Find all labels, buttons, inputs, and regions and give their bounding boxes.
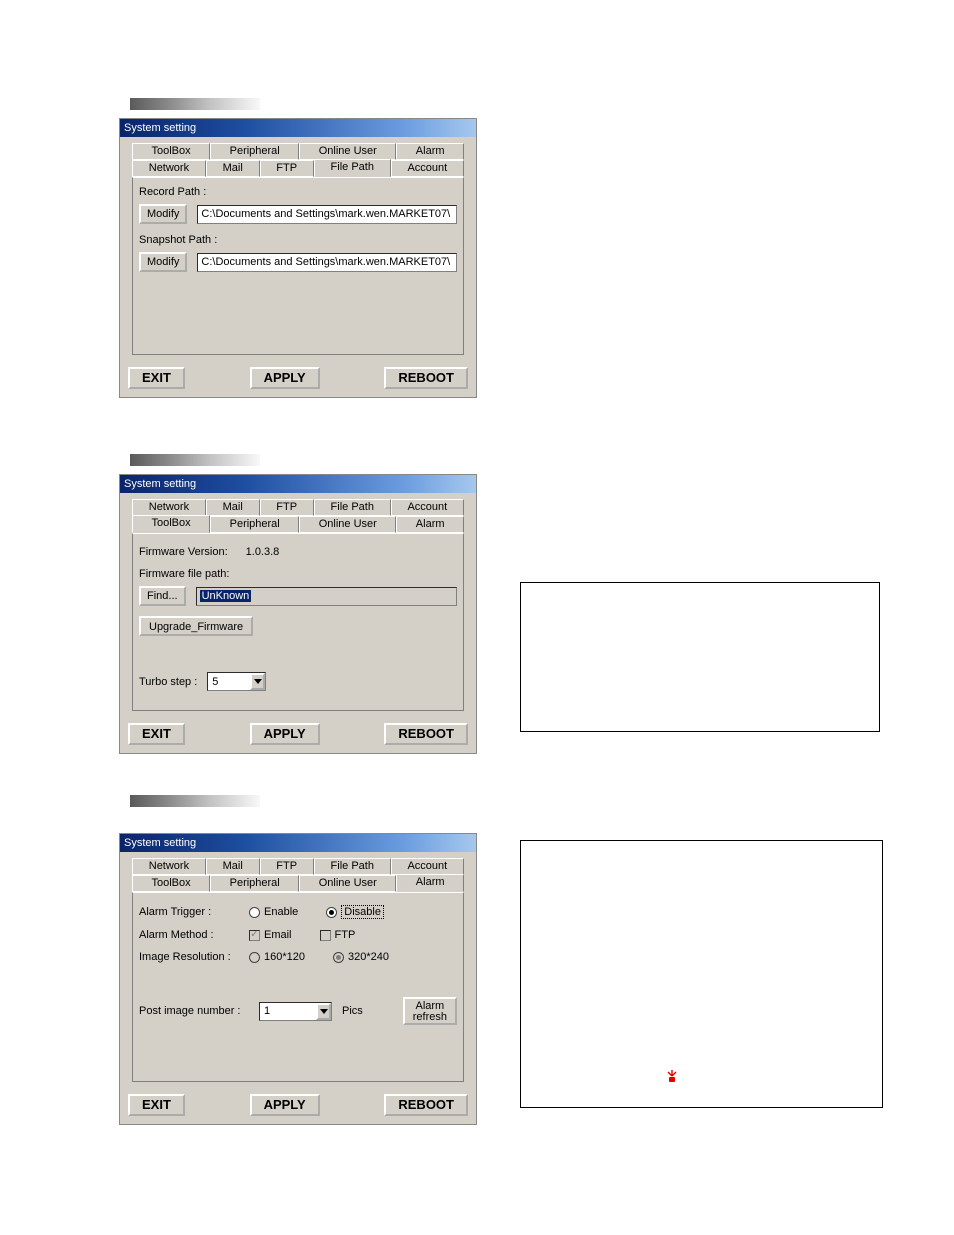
tab-panel: Alarm Trigger : Enable Disable Alarm Met… [132, 892, 464, 1082]
modify-snapshot-button[interactable]: Modify [139, 252, 187, 272]
explanation-box [520, 582, 880, 732]
tab-toolbox[interactable]: ToolBox [132, 875, 210, 892]
record-path-field[interactable]: C:\Documents and Settings\mark.wen.MARKE… [197, 205, 457, 224]
pics-label: Pics [342, 1005, 363, 1017]
section-gradient [130, 98, 260, 110]
tab-panel: Firmware Version: 1.0.3.8 Firmware file … [132, 533, 464, 711]
find-button[interactable]: Find... [139, 586, 186, 606]
reboot-button[interactable]: REBOOT [384, 1094, 468, 1116]
image-resolution-label: Image Resolution : [139, 951, 239, 963]
reboot-button[interactable]: REBOOT [384, 367, 468, 389]
tab-ftp[interactable]: FTP [260, 858, 314, 875]
alarm-method-label: Alarm Method : [139, 929, 239, 941]
exit-button[interactable]: EXIT [128, 367, 185, 389]
firmware-version-label: Firmware Version: [139, 546, 228, 558]
turbo-step-select[interactable]: 5 [207, 672, 266, 691]
tab-file-path[interactable]: File Path [314, 499, 391, 516]
snapshot-path-label: Snapshot Path : [139, 234, 457, 246]
apply-button[interactable]: APPLY [250, 723, 320, 745]
tab-mail[interactable]: Mail [206, 499, 260, 516]
tab-ftp[interactable]: FTP [260, 160, 314, 177]
firmware-version-value: 1.0.3.8 [246, 546, 280, 558]
firmware-path-label: Firmware file path: [139, 568, 457, 580]
alarm-refresh-button[interactable]: Alarm refresh [403, 997, 457, 1025]
checkbox-email[interactable]: ✓Email [249, 929, 292, 941]
radio-res-320x240[interactable]: 320*240 [333, 951, 389, 963]
dropdown-arrow-icon [316, 1003, 331, 1020]
tab-ftp[interactable]: FTP [260, 499, 314, 516]
tab-network[interactable]: Network [132, 160, 206, 177]
tab-row-front: Network Mail FTP File Path Account [128, 160, 468, 177]
exit-button[interactable]: EXIT [128, 723, 185, 745]
tab-online-user[interactable]: Online User [299, 875, 396, 892]
titlebar: System setting [120, 475, 476, 493]
post-image-number-select[interactable]: 1 [259, 1002, 332, 1021]
radio-enable[interactable]: Enable [249, 906, 298, 918]
dialog-footer: EXIT APPLY REBOOT [120, 717, 476, 753]
tab-row-back: Network Mail FTP File Path Account [128, 858, 468, 875]
tab-mail[interactable]: Mail [206, 858, 260, 875]
apply-button[interactable]: APPLY [250, 367, 320, 389]
modify-record-button[interactable]: Modify [139, 204, 187, 224]
tab-alarm[interactable]: Alarm [396, 874, 464, 892]
reboot-button[interactable]: REBOOT [384, 723, 468, 745]
tab-online-user[interactable]: Online User [299, 516, 396, 533]
tab-file-path[interactable]: File Path [314, 159, 391, 177]
turbo-step-value: 5 [208, 676, 250, 688]
section-gradient [130, 795, 260, 807]
upgrade-firmware-button[interactable]: Upgrade_Firmware [139, 616, 253, 636]
tab-online-user[interactable]: Online User [299, 143, 396, 160]
system-setting-dialog-alarm: System setting Network Mail FTP File Pat… [119, 833, 477, 1125]
tab-alarm[interactable]: Alarm [396, 516, 464, 533]
tab-file-path[interactable]: File Path [314, 858, 391, 875]
radio-disable[interactable]: Disable [326, 905, 384, 919]
radio-res-160x120[interactable]: 160*120 [249, 951, 305, 963]
tab-peripheral[interactable]: Peripheral [210, 875, 299, 892]
tab-account[interactable]: Account [391, 160, 464, 177]
firmware-path-value: UnKnown [200, 590, 252, 602]
tab-toolbox[interactable]: ToolBox [132, 143, 210, 160]
turbo-step-label: Turbo step : [139, 676, 197, 688]
tab-toolbox[interactable]: ToolBox [132, 515, 210, 533]
system-setting-dialog-toolbox: System setting Network Mail FTP File Pat… [119, 474, 477, 754]
tab-panel: Record Path : Modify C:\Documents and Se… [132, 177, 464, 355]
tab-network[interactable]: Network [132, 858, 206, 875]
tab-row-back: Network Mail FTP File Path Account [128, 499, 468, 516]
dropdown-arrow-icon [250, 673, 265, 690]
post-image-value: 1 [260, 1005, 316, 1017]
tab-alarm[interactable]: Alarm [396, 143, 464, 160]
explanation-box-alarm [520, 840, 883, 1108]
titlebar: System setting [120, 119, 476, 137]
firmware-path-field[interactable]: UnKnown [196, 587, 457, 606]
system-setting-dialog-filepath: System setting ToolBox Peripheral Online… [119, 118, 477, 398]
alarm-icon [664, 1068, 680, 1084]
tab-peripheral[interactable]: Peripheral [210, 516, 299, 533]
tab-row-front: ToolBox Peripheral Online User Alarm [128, 516, 468, 533]
tab-mail[interactable]: Mail [206, 160, 260, 177]
dialog-footer: EXIT APPLY REBOOT [120, 361, 476, 397]
tab-network[interactable]: Network [132, 499, 206, 516]
tab-peripheral[interactable]: Peripheral [210, 143, 299, 160]
tab-account[interactable]: Account [391, 858, 464, 875]
titlebar: System setting [120, 834, 476, 852]
apply-button[interactable]: APPLY [250, 1094, 320, 1116]
exit-button[interactable]: EXIT [128, 1094, 185, 1116]
alarm-trigger-label: Alarm Trigger : [139, 906, 239, 918]
record-path-label: Record Path : [139, 186, 457, 198]
checkbox-ftp[interactable]: FTP [320, 929, 356, 941]
tab-account[interactable]: Account [391, 499, 464, 516]
post-image-number-label: Post image number : [139, 1005, 249, 1017]
tab-row-front: ToolBox Peripheral Online User Alarm [128, 875, 468, 892]
dialog-footer: EXIT APPLY REBOOT [120, 1088, 476, 1124]
snapshot-path-field[interactable]: C:\Documents and Settings\mark.wen.MARKE… [197, 253, 457, 272]
tab-row-back: ToolBox Peripheral Online User Alarm [128, 143, 468, 160]
section-gradient [130, 454, 260, 466]
